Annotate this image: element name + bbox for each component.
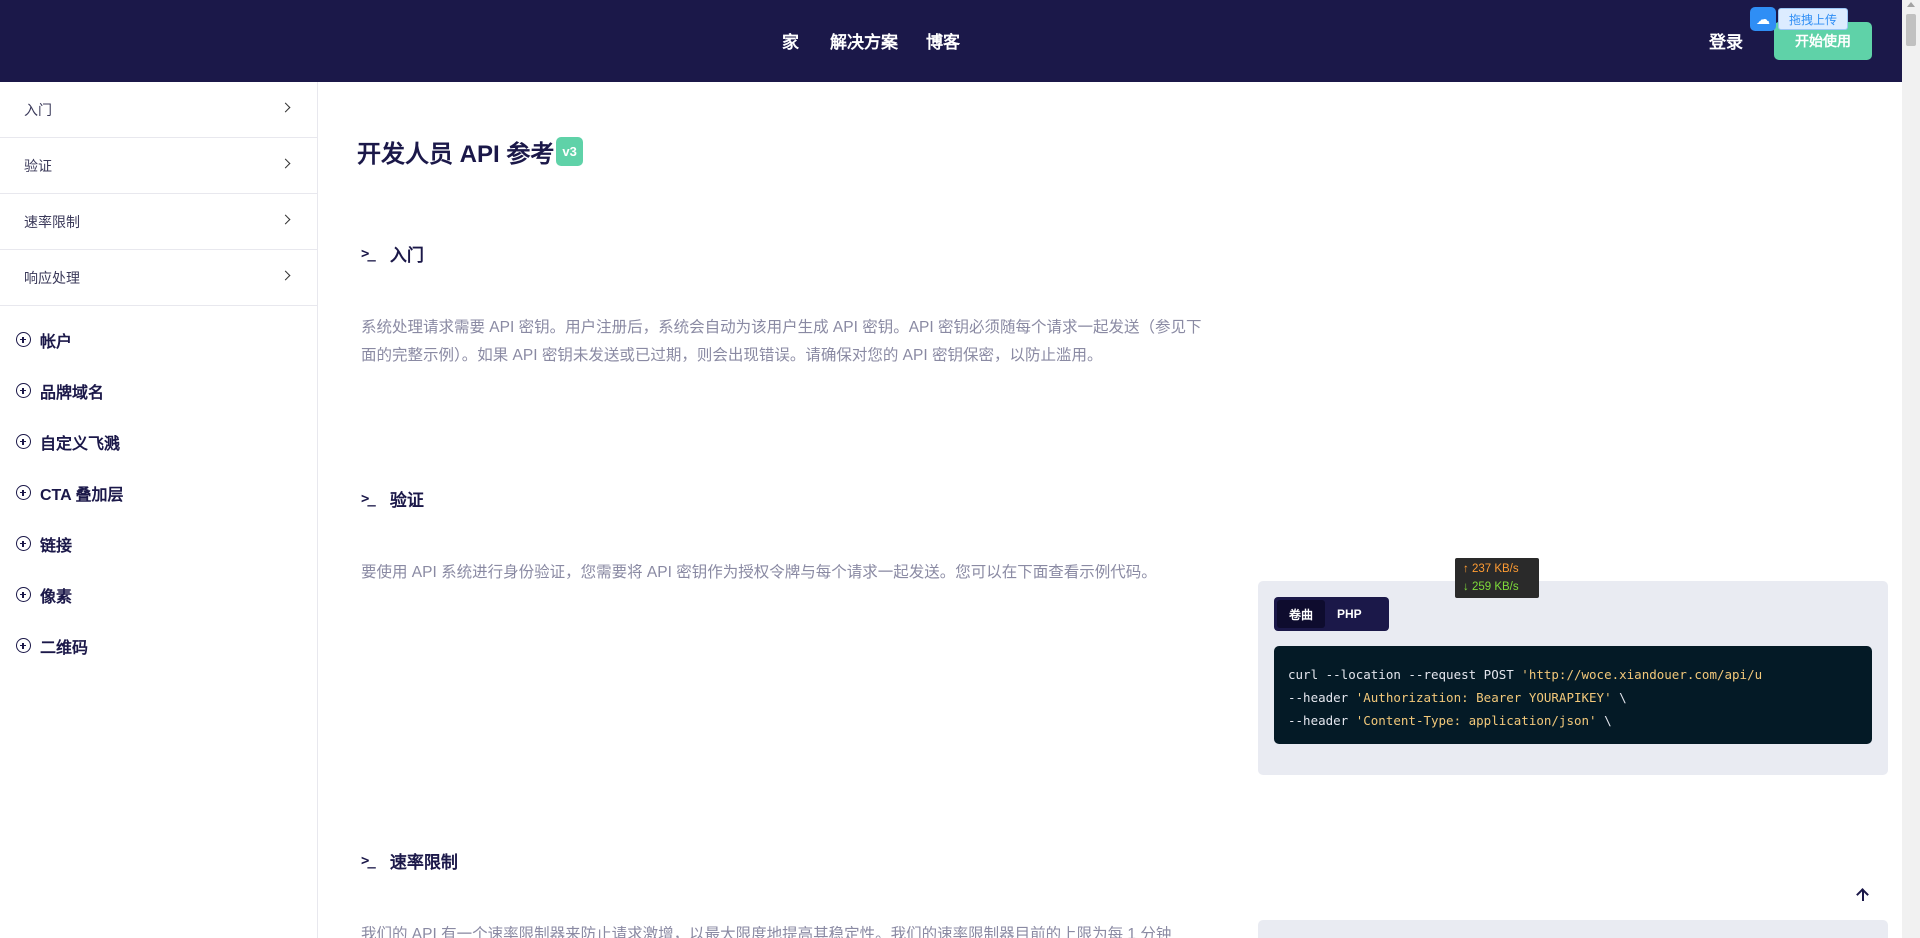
sidebar: 入门 验证 速率限制 响应处理 帐户 品牌域名 自定义飞溅 CTA 叠加层 链接… xyxy=(0,82,318,938)
main-nav: 家 解决方案 博客 登录 开始使用 xyxy=(0,0,1902,82)
plus-circle-icon xyxy=(16,485,31,500)
plus-circle-icon xyxy=(16,332,31,347)
plus-circle-icon xyxy=(16,383,31,398)
cloud-icon: ☁ xyxy=(1750,7,1776,31)
section-heading-getting-started: >_ 入门 xyxy=(361,241,424,266)
terminal-icon: >_ xyxy=(361,490,376,507)
drag-upload-label[interactable]: 拖拽上传 xyxy=(1778,8,1849,30)
sidebar-group-label: 帐户 xyxy=(40,333,73,351)
arrow-up-icon-head xyxy=(1856,888,1869,901)
sidebar-item-authentication[interactable]: 验证 xyxy=(0,138,317,194)
code-continuation: \ xyxy=(1596,713,1612,728)
code-language-tabs: 卷曲 PHP xyxy=(1274,597,1389,631)
code-example-panel: 卷曲 PHP curl --location --request POST 'h… xyxy=(1258,581,1888,775)
section-text-getting-started: 系统处理请求需要 API 密钥。用户注册后，系统会自动为该用户生成 API 密钥… xyxy=(361,319,1202,364)
sidebar-item-label: 响应处理 xyxy=(24,269,80,286)
code-command: --header xyxy=(1288,713,1356,728)
code-line: --header 'Authorization: Bearer YOURAPIK… xyxy=(1288,686,1858,709)
plus-circle-icon xyxy=(16,587,31,602)
upload-speed: ↑ 237 KB/s xyxy=(1463,563,1519,575)
sidebar-group-label: 像素 xyxy=(40,588,73,606)
login-link[interactable]: 登录 xyxy=(1709,28,1743,53)
page-title: 开发人员 API 参考 v3 xyxy=(357,134,583,169)
code-line: --header 'Content-Type: application/json… xyxy=(1288,709,1858,732)
sidebar-group-label: CTA 叠加层 xyxy=(40,486,124,504)
chevron-right-icon xyxy=(280,158,291,169)
sidebar-item-label: 速率限制 xyxy=(24,213,80,230)
chevron-right-icon xyxy=(280,102,291,113)
code-command: --header xyxy=(1288,690,1356,705)
sidebar-item-getting-started[interactable]: 入门 xyxy=(0,82,317,138)
tab-php[interactable]: PHP xyxy=(1325,600,1374,628)
nav-link-solutions[interactable]: 解决方案 xyxy=(830,28,898,53)
chevron-right-icon xyxy=(280,214,291,225)
scroll-up-arrow-icon[interactable] xyxy=(1907,2,1915,7)
code-line: curl --location --request POST 'http://w… xyxy=(1288,663,1858,686)
code-example-panel-2 xyxy=(1258,920,1888,938)
plus-circle-icon xyxy=(16,536,31,551)
sidebar-item-response-handling[interactable]: 响应处理 xyxy=(0,250,317,306)
sidebar-item-label: 验证 xyxy=(24,157,52,174)
version-badge: v3 xyxy=(556,137,583,166)
code-block: curl --location --request POST 'http://w… xyxy=(1274,646,1872,744)
sidebar-groups: 帐户 品牌域名 自定义飞溅 CTA 叠加层 链接 像素 二维码 xyxy=(0,306,317,671)
code-string: 'Authorization: Bearer YOURAPIKEY' xyxy=(1355,690,1612,705)
section-heading-authentication: >_ 验证 xyxy=(361,486,424,511)
main-content: 开发人员 API 参考 v3 >_ 入门 系统处理请求需要 API 密钥。用户注… xyxy=(319,82,1902,938)
nav-link-blog[interactable]: 博客 xyxy=(926,28,960,53)
code-continuation: \ xyxy=(1611,690,1627,705)
sidebar-group-pixels[interactable]: 像素 xyxy=(0,569,317,620)
terminal-icon: >_ xyxy=(361,245,376,262)
sidebar-group-label: 二维码 xyxy=(40,639,89,657)
scrollbar-thumb[interactable] xyxy=(1906,14,1916,46)
plus-circle-icon xyxy=(16,434,31,449)
code-string: 'Content-Type: application/json' xyxy=(1355,713,1597,728)
section-text-rate-limit: 我们的 API 有一个速率限制器来防止请求激增，以最大限度地提高其稳定性。我们的… xyxy=(361,926,1172,938)
sidebar-group-qr-codes[interactable]: 二维码 xyxy=(0,620,317,671)
drag-upload-widget[interactable]: ☁ 拖拽上传 xyxy=(1750,7,1849,31)
section-heading-rate-limit: >_ 速率限制 xyxy=(361,848,458,873)
page-title-text: 开发人员 API 参考 xyxy=(357,141,555,168)
terminal-icon: >_ xyxy=(361,852,376,869)
back-to-top-button[interactable] xyxy=(1849,882,1877,910)
sidebar-group-links[interactable]: 链接 xyxy=(0,518,317,569)
code-string: 'http://woce.xiandouer.com/api/u xyxy=(1521,667,1763,682)
plus-circle-icon xyxy=(16,638,31,653)
section-heading-text: 速率限制 xyxy=(389,853,458,872)
sidebar-group-label: 自定义飞溅 xyxy=(40,435,121,453)
top-navbar: 家 解决方案 博客 登录 开始使用 ☁ 拖拽上传 xyxy=(0,0,1902,82)
chevron-right-icon xyxy=(280,270,291,281)
section-text-authentication: 要使用 API 系统进行身份验证，您需要将 API 密钥作为授权令牌与每个请求一… xyxy=(361,564,1157,581)
download-speed: ↓ 259 KB/s xyxy=(1463,581,1519,593)
sidebar-group-custom-splash[interactable]: 自定义飞溅 xyxy=(0,416,317,467)
nav-link-home[interactable]: 家 xyxy=(782,28,799,53)
sidebar-group-cta-overlays[interactable]: CTA 叠加层 xyxy=(0,467,317,518)
sidebar-group-branded-domains[interactable]: 品牌域名 xyxy=(0,365,317,416)
sidebar-group-label: 品牌域名 xyxy=(40,384,105,402)
tab-curl[interactable]: 卷曲 xyxy=(1277,600,1326,628)
page-scrollbar[interactable] xyxy=(1902,0,1920,938)
section-heading-text: 验证 xyxy=(389,491,424,510)
sidebar-item-label: 入门 xyxy=(24,101,52,118)
sidebar-group-label: 链接 xyxy=(40,537,73,555)
sidebar-group-account[interactable]: 帐户 xyxy=(0,314,317,365)
sidebar-item-rate-limit[interactable]: 速率限制 xyxy=(0,194,317,250)
section-heading-text: 入门 xyxy=(389,246,424,265)
network-speed-overlay: ↑ 237 KB/s ↓ 259 KB/s xyxy=(1455,558,1539,598)
code-command: curl --location --request POST xyxy=(1288,667,1522,682)
